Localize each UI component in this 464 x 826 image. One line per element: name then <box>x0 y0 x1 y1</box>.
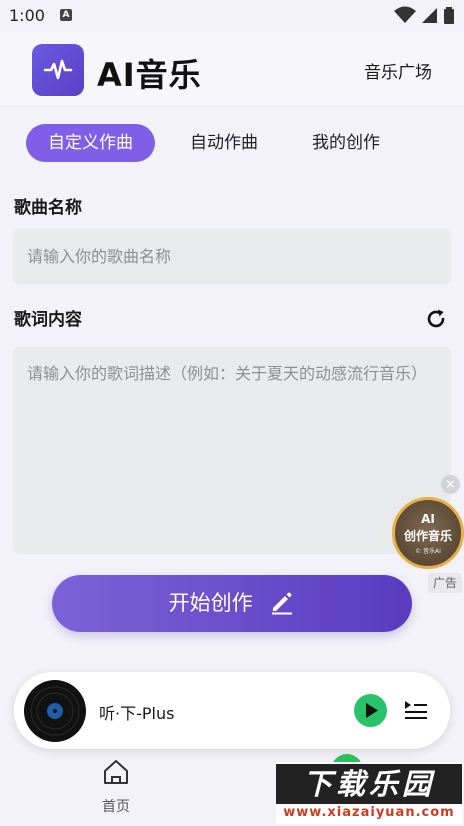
song-name-label: 歌曲名称 <box>14 198 82 218</box>
ad-badge[interactable]: AI 创作音乐 © 音乐AI <box>392 497 464 569</box>
app-title: AI音乐 <box>97 56 202 94</box>
app-header: AI音乐 音乐广场 <box>0 32 464 107</box>
watermark-top: 下载乐园 <box>276 764 462 804</box>
waveform-icon <box>43 59 73 80</box>
signal-icon <box>421 8 437 23</box>
song-name-input[interactable] <box>13 229 451 284</box>
home-icon <box>104 760 128 784</box>
tab-custom-compose[interactable]: 自定义作曲 <box>26 124 155 162</box>
compose-tabs: 自定义作曲 自动作曲 我的创作 <box>0 124 464 162</box>
playlist-icon[interactable] <box>404 699 428 721</box>
ad-line-1: AI <box>421 512 435 526</box>
ad-line-3: © 音乐AI <box>415 548 441 555</box>
tab-auto-compose[interactable]: 自动作曲 <box>178 124 270 162</box>
play-button[interactable] <box>354 694 387 727</box>
status-icons <box>393 6 454 24</box>
lyrics-input[interactable] <box>13 347 451 554</box>
ad-tag: 广告 <box>428 573 462 593</box>
pen-icon <box>272 592 293 615</box>
watermark-bottom: www.xiazaiyuan.com <box>283 805 455 820</box>
tab-my-creations[interactable]: 我的创作 <box>300 124 392 162</box>
nav-home[interactable]: 首页 <box>86 758 146 816</box>
lyrics-label: 歌词内容 <box>14 310 82 330</box>
notification-icon: A <box>60 9 72 21</box>
music-square-link[interactable]: 音乐广场 <box>364 58 432 83</box>
status-time: 1:00 <box>9 6 45 25</box>
play-icon <box>366 703 378 718</box>
track-title: 听·下-Plus <box>99 704 175 723</box>
vinyl-record-icon <box>24 680 86 742</box>
status-bar: 1:00 A <box>0 0 464 32</box>
nav-home-label: 首页 <box>102 799 130 815</box>
start-create-button[interactable]: 开始创作 <box>52 575 412 632</box>
watermark: 下载乐园 www.xiazaiyuan.com <box>276 762 462 824</box>
ad-line-2: 创作音乐 <box>403 529 452 543</box>
wifi-icon <box>393 6 416 23</box>
ad-close-button[interactable]: × <box>441 475 460 494</box>
start-create-label: 开始创作 <box>168 591 253 615</box>
battery-icon <box>444 7 454 24</box>
app-screen: 1:00 A AI音乐 音乐广场 自定义作曲 自动作曲 我的创作 歌曲名称 请输… <box>0 0 464 826</box>
mini-player[interactable]: 听·下-Plus <box>14 672 450 749</box>
refresh-icon[interactable] <box>424 307 448 331</box>
app-logo <box>32 44 84 96</box>
